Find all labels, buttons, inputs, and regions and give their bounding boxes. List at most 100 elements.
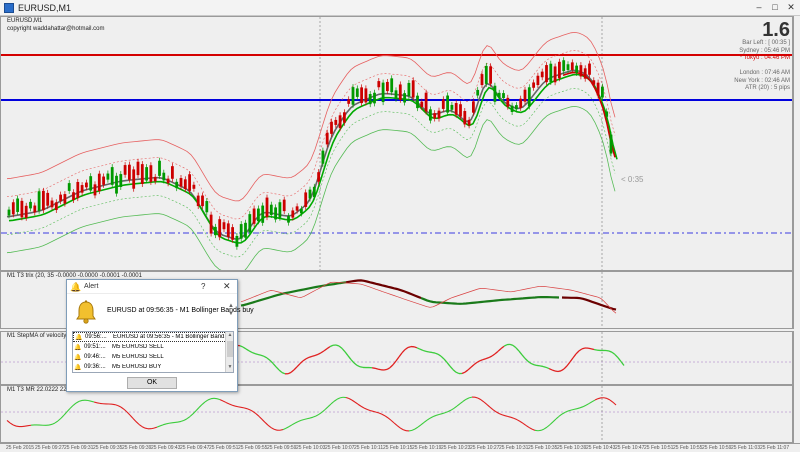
velocity-segment xyxy=(497,348,502,352)
candle-body xyxy=(394,90,398,99)
candle-body xyxy=(80,185,84,193)
candle-body xyxy=(493,85,497,102)
candle-body xyxy=(214,226,217,236)
mr-segment xyxy=(258,415,263,420)
scroll-up-icon[interactable]: ▲ xyxy=(226,332,233,340)
mr-segment xyxy=(180,419,185,422)
mr-segment xyxy=(399,427,404,431)
mr-segment xyxy=(402,429,407,432)
time-tick: 25 Feb 11:03 xyxy=(731,445,761,451)
mr-segment xyxy=(441,412,446,415)
mr-segment xyxy=(354,401,359,405)
mr-segment xyxy=(321,409,326,413)
candle-body xyxy=(510,105,514,112)
mr-segment xyxy=(348,398,353,401)
velocity-segment xyxy=(494,350,499,355)
mr-segment xyxy=(117,405,122,408)
alert-time: 09:51:... xyxy=(84,344,106,350)
alert-close-button[interactable]: ✕ xyxy=(223,281,231,292)
velocity-segment xyxy=(479,358,484,362)
mr-segment xyxy=(48,423,53,426)
velocity-segment xyxy=(254,353,259,356)
list-scrollbar[interactable]: ▲ ▼ xyxy=(225,332,233,372)
close-button[interactable]: ✕ xyxy=(784,1,798,13)
candle-body xyxy=(459,104,462,117)
mr-segment xyxy=(54,420,59,424)
mr-segment xyxy=(483,401,488,405)
mr-segment xyxy=(468,396,473,399)
mr-segment xyxy=(78,399,83,402)
mr-segment xyxy=(498,412,503,416)
time-tick: 25 Feb 10:39 xyxy=(557,445,587,451)
velocity-segment xyxy=(389,364,394,369)
mr-segment xyxy=(327,403,332,408)
bell-icon xyxy=(76,300,96,324)
mr-segment xyxy=(360,405,365,409)
time-tick: 25 Feb 09:27 xyxy=(35,445,65,451)
t3-mr-pane[interactable]: M1 T3 MR 22.0222 22.0 xyxy=(0,385,793,443)
mr-segment xyxy=(255,413,260,417)
candle-body xyxy=(325,132,329,145)
mr-segment xyxy=(228,403,233,406)
candle-body xyxy=(106,173,110,180)
velocity-segment xyxy=(539,365,544,368)
list-item[interactable]: 🔔 09:36:... M5 EURUSD BUY xyxy=(73,362,233,372)
velocity-segment xyxy=(587,347,592,350)
candle-body xyxy=(489,66,492,84)
session-info-panel: 1.6 Bar Left : [ 00:35 ] Sydney : 05:46 … xyxy=(734,20,790,93)
session-new-york: New York : 02:46 AM xyxy=(734,77,790,84)
candle-body xyxy=(85,182,88,188)
candle-body xyxy=(278,202,282,218)
candle-body xyxy=(205,201,209,213)
mr-segment xyxy=(279,429,284,431)
mr-segment xyxy=(462,398,467,402)
scroll-down-icon[interactable]: ▼ xyxy=(226,364,233,372)
help-button[interactable]: ? xyxy=(201,282,205,291)
candle-body xyxy=(63,194,67,204)
candle-body xyxy=(562,60,566,72)
chart-icon xyxy=(4,2,14,13)
minimize-button[interactable]: ‒ xyxy=(752,1,766,13)
copyright-label: copyright waddahattar@hotmail.com xyxy=(7,26,105,32)
maximize-button[interactable]: □ xyxy=(768,1,782,13)
velocity-segment xyxy=(248,350,253,354)
message-scroll[interactable]: ▲ ▼ xyxy=(227,302,235,326)
scroll-thumb[interactable] xyxy=(227,341,233,357)
t3-mr-scale[interactable] xyxy=(793,385,800,443)
candle-body xyxy=(403,93,406,103)
mr-segment xyxy=(513,417,518,421)
candle-body xyxy=(321,150,325,164)
list-item[interactable]: 🔔 09:56:... EURUSD at 09:56:35 - M1 Boll… xyxy=(73,332,233,342)
time-tick: 25 Feb 10:59 xyxy=(702,445,732,451)
price-scale[interactable] xyxy=(793,16,800,271)
list-item[interactable]: 🔔 09:46:... M5 EURUSD SELL xyxy=(73,352,233,362)
main-chart-pane[interactable]: EURUSD,M1 copyright waddahattar@hotmail.… xyxy=(0,16,793,271)
candle-body xyxy=(7,209,11,216)
list-item[interactable]: 🔔 09:51:... M5 EURUSD SELL xyxy=(73,342,233,352)
atr-value: ATR (20) : 5 pips xyxy=(745,85,790,91)
mr-segment xyxy=(432,414,437,418)
t3-trix-scale[interactable] xyxy=(793,271,800,329)
mr-segment xyxy=(303,418,308,421)
mr-segment xyxy=(63,411,68,416)
candle-body xyxy=(20,200,24,218)
candle-body xyxy=(222,222,226,230)
alert-history-list[interactable]: 🔔 09:56:... EURUSD at 09:56:35 - M1 Boll… xyxy=(72,331,234,373)
time-axis: 25 Feb 2015 25 Feb 09:27 25 Feb 09:31 25 Fe… xyxy=(0,443,800,452)
candle-body xyxy=(248,214,252,233)
candle-body xyxy=(119,174,123,187)
candle-body xyxy=(398,84,402,100)
velocity-segment xyxy=(392,360,397,366)
candle-body xyxy=(209,214,213,234)
candle-body xyxy=(269,204,273,215)
mr-segment xyxy=(153,426,158,429)
alert-row-message: M5 EURUSD SELL xyxy=(112,344,164,350)
candle-body xyxy=(11,202,15,215)
stepma-velocity-scale[interactable] xyxy=(793,331,800,385)
ok-button[interactable]: OK xyxy=(127,377,177,389)
time-tick: 25 Feb 09:35 xyxy=(93,445,123,451)
mr-segment xyxy=(57,417,62,422)
chart-symbol-label: EURUSD,M1 xyxy=(7,18,43,24)
velocity-segment xyxy=(287,371,292,375)
time-tick: 25 Feb 10:03 xyxy=(296,445,326,451)
